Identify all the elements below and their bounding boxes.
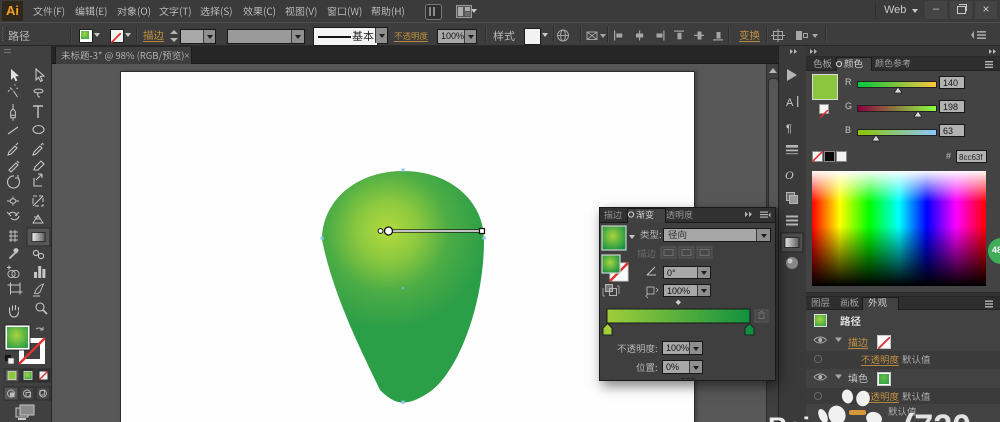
svg-text:(720: (720 <box>903 408 971 422</box>
svg-text:Bai: Bai <box>768 412 810 422</box>
